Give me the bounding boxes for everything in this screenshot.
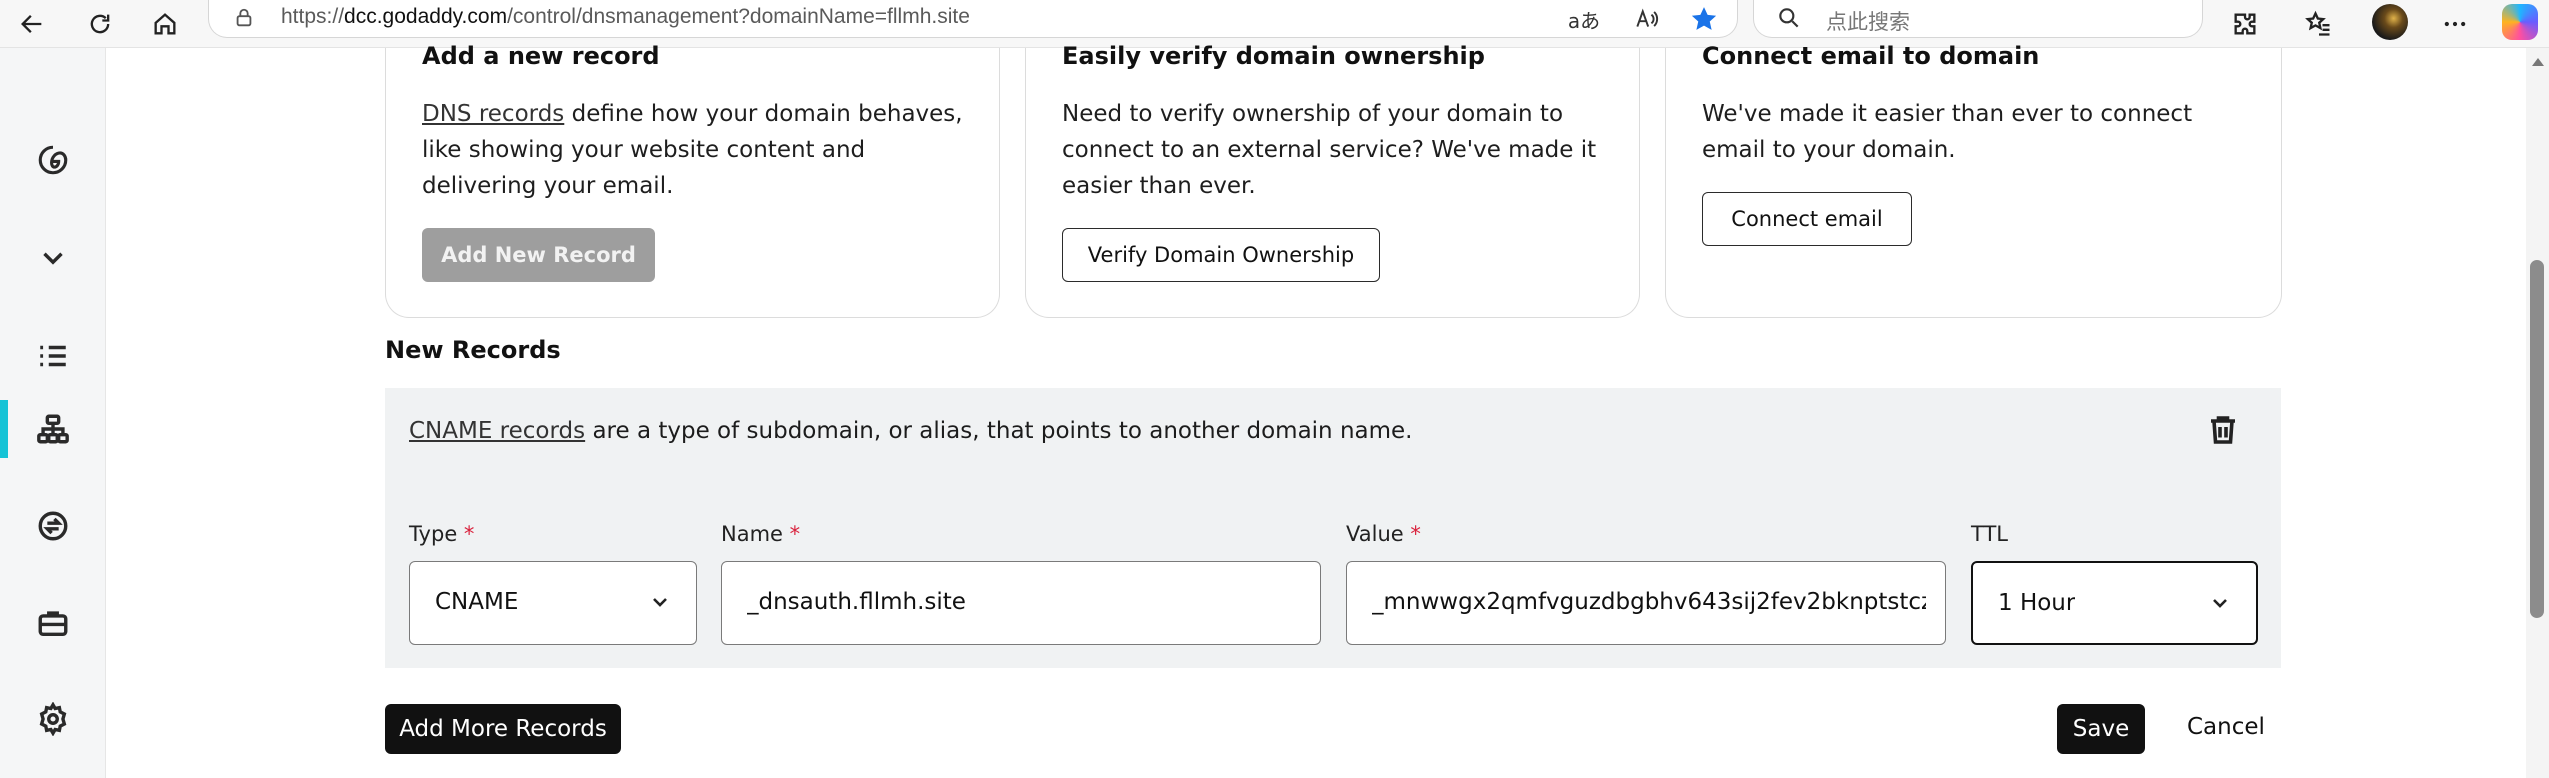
- card-body: We've made it easier than ever to connec…: [1702, 101, 2193, 163]
- search-icon: [1779, 8, 1799, 28]
- chevron-down-icon: [648, 590, 672, 614]
- settings-gear-icon[interactable]: [30, 696, 76, 742]
- card-title: Add a new record: [422, 42, 660, 70]
- profile-avatar[interactable]: [2372, 4, 2408, 40]
- type-label: Type *: [409, 522, 475, 546]
- browser-search-box[interactable]: 点此搜索: [1753, 0, 2203, 38]
- left-sidebar: [0, 48, 106, 778]
- scroll-thumb[interactable]: [2530, 260, 2544, 618]
- read-aloud-button[interactable]: [1629, 2, 1663, 36]
- value-input[interactable]: _mnwwgx2qmfvguzdbgbhv643sij2fev2bknptstc…: [1346, 561, 1946, 645]
- scroll-up-arrow-icon[interactable]: [2532, 58, 2544, 66]
- dns-records-link[interactable]: DNS records: [422, 101, 564, 127]
- card-body: Need to verify ownership of your domain …: [1062, 101, 1597, 199]
- type-select[interactable]: CNAME: [409, 561, 697, 645]
- card-title: Connect email to domain: [1702, 42, 2040, 70]
- extensions-button[interactable]: [2225, 4, 2265, 44]
- translate-button[interactable]: aあ: [1567, 2, 1601, 36]
- godaddy-logo-icon[interactable]: [30, 137, 76, 183]
- trash-icon: [2211, 416, 2235, 444]
- chevron-down-icon[interactable]: [30, 235, 76, 281]
- add-record-card: Add a new record DNS records define how …: [385, 42, 1000, 318]
- record-description: CNAME records are a type of subdomain, o…: [409, 418, 1413, 444]
- home-icon: [154, 13, 176, 35]
- read-aloud-icon: [1636, 8, 1659, 27]
- new-records-heading: New Records: [385, 336, 561, 364]
- refresh-button[interactable]: [80, 4, 120, 44]
- list-icon[interactable]: [30, 333, 76, 379]
- refresh-icon: [90, 14, 110, 34]
- ttl-value: 1 Hour: [1998, 590, 2076, 616]
- connect-email-card: Connect email to domain We've made it ea…: [1665, 42, 2282, 318]
- connect-email-button[interactable]: Connect email: [1702, 192, 1912, 246]
- more-menu-button[interactable]: [2435, 4, 2475, 44]
- dns-management-content: Add a new record DNS records define how …: [106, 42, 2526, 778]
- value-value: _mnwwgx2qmfvguzdbgbhv643sij2fev2bknptstc…: [1372, 589, 1926, 615]
- favorite-button[interactable]: [1687, 2, 1721, 36]
- dns-network-icon[interactable]: [30, 406, 76, 452]
- type-value: CNAME: [435, 589, 519, 615]
- value-label: Value *: [1346, 522, 1421, 546]
- home-button[interactable]: [145, 4, 185, 44]
- lock-icon: [236, 8, 252, 27]
- card-body: DNS records define how your domain behav…: [422, 101, 963, 199]
- puzzle-icon: [2234, 13, 2256, 35]
- save-button[interactable]: Save: [2057, 704, 2145, 754]
- verify-domain-ownership-button[interactable]: Verify Domain Ownership: [1062, 228, 1380, 282]
- ttl-select[interactable]: 1 Hour: [1971, 561, 2258, 645]
- copilot-icon[interactable]: [2502, 4, 2538, 40]
- more-dots-icon: [2444, 21, 2466, 27]
- add-more-records-button[interactable]: Add More Records: [385, 704, 621, 754]
- address-bar[interactable]: https://dcc.godaddy.com/control/dnsmanag…: [208, 0, 1738, 38]
- new-record-panel: CNAME records are a type of subdomain, o…: [385, 388, 2281, 668]
- translate-icon: aあ: [1567, 8, 1601, 33]
- verify-domain-card: Easily verify domain ownership Need to v…: [1025, 42, 1640, 318]
- url-text: https://dcc.godaddy.com/control/dnsmanag…: [281, 5, 970, 28]
- card-title: Easily verify domain ownership: [1062, 42, 1485, 70]
- chevron-down-icon: [2208, 591, 2232, 615]
- favorites-button[interactable]: [2299, 4, 2339, 44]
- browser-toolbar: https://dcc.godaddy.com/control/dnsmanag…: [0, 0, 2549, 48]
- name-input[interactable]: _dnsauth.fllmh.site: [721, 561, 1321, 645]
- delete-record-button[interactable]: [2205, 412, 2241, 448]
- active-nav-indicator: [0, 400, 8, 458]
- favorites-list-icon: [2305, 10, 2330, 36]
- cancel-button[interactable]: Cancel: [2187, 714, 2265, 740]
- name-label: Name *: [721, 522, 801, 546]
- cname-records-link[interactable]: CNAME records: [409, 418, 585, 444]
- page-scrollbar[interactable]: [2526, 48, 2549, 778]
- transfer-icon[interactable]: [30, 503, 76, 549]
- star-filled-icon: [1691, 7, 1717, 30]
- briefcase-icon[interactable]: [30, 600, 76, 646]
- back-button[interactable]: [12, 4, 52, 44]
- add-new-record-button[interactable]: Add New Record: [422, 228, 655, 282]
- ttl-label: TTL: [1971, 522, 2008, 546]
- search-placeholder: 点此搜索: [1826, 10, 1910, 34]
- back-arrow-icon: [21, 15, 42, 33]
- name-value: _dnsauth.fllmh.site: [747, 589, 966, 615]
